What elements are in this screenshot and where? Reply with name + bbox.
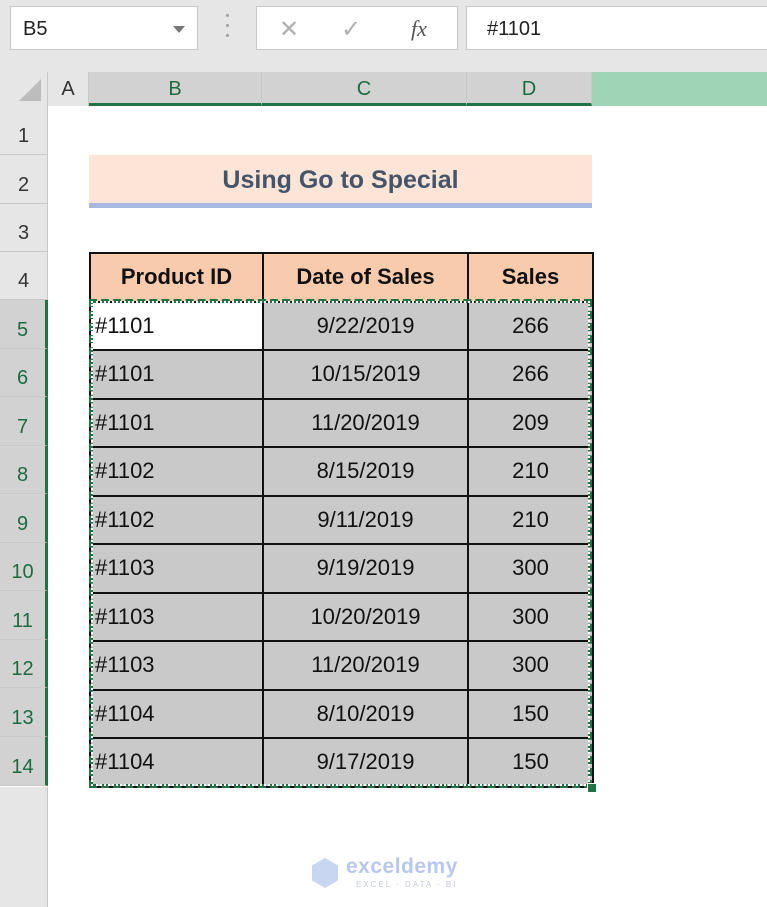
row-header-filler	[0, 787, 48, 907]
cell-product-id[interactable]: #1101	[89, 300, 264, 351]
formula-bar: B5 ✕ ✓ fx #1101	[0, 0, 767, 72]
row-number: 12	[11, 658, 34, 680]
row-header-2[interactable]: 2	[0, 155, 48, 204]
row-number: 3	[17, 222, 30, 244]
row-header-6[interactable]: 6	[0, 349, 48, 397]
data-table: Product ID Date of Sales Sales #1101 9/22…	[89, 252, 594, 788]
cell-sales[interactable]: 150	[467, 737, 594, 788]
column-header-c[interactable]: C	[262, 72, 467, 106]
table-row: #1102 9/11/2019 210	[89, 494, 594, 545]
row-header-5[interactable]: 5	[0, 300, 48, 349]
insert-function-icon[interactable]: fx	[411, 16, 427, 42]
header-product-id[interactable]: Product ID	[89, 252, 264, 303]
row-header-7[interactable]: 7	[0, 397, 48, 446]
cell-sales[interactable]: 266	[467, 300, 594, 351]
row-number: 8	[16, 464, 29, 486]
table-row: #1104 8/10/2019 150	[89, 688, 594, 739]
cell-product-id[interactable]: #1103	[89, 591, 264, 642]
cell-product-id[interactable]: #1102	[89, 494, 264, 545]
cell-date-of-sales[interactable]: 11/20/2019	[262, 397, 469, 448]
row-number: 5	[16, 319, 29, 341]
grip-dots-icon	[226, 14, 230, 42]
exceldemy-logo-icon	[312, 858, 338, 888]
row-number: 4	[17, 270, 30, 292]
cell-product-id[interactable]: #1103	[89, 640, 264, 691]
cell-product-id[interactable]: #1101	[89, 349, 264, 400]
chevron-down-icon[interactable]	[173, 26, 185, 33]
cell-product-id[interactable]: #1104	[89, 737, 264, 788]
cell-product-id[interactable]: #1103	[89, 543, 264, 594]
cell-sales[interactable]: 209	[467, 397, 594, 448]
cell-date-of-sales[interactable]: 8/15/2019	[262, 446, 469, 497]
cell-date-of-sales[interactable]: 8/10/2019	[262, 688, 469, 739]
row-header-8[interactable]: 8	[0, 446, 48, 494]
cell-sales[interactable]: 210	[467, 494, 594, 545]
header-sales[interactable]: Sales	[467, 252, 594, 303]
enter-check-icon[interactable]: ✓	[341, 15, 361, 44]
row-number: 13	[11, 707, 34, 729]
row-number: 10	[11, 561, 34, 583]
formula-value: #1101	[487, 18, 542, 40]
cell-product-id[interactable]: #1102	[89, 446, 264, 497]
row-header-4[interactable]: 4	[0, 252, 48, 300]
cell-sales[interactable]: 210	[467, 446, 594, 497]
formula-input[interactable]: #1101	[466, 6, 767, 50]
cell-date-of-sales[interactable]: 10/15/2019	[262, 349, 469, 400]
row-header-12[interactable]: 12	[0, 640, 48, 688]
cell-date-of-sales[interactable]: 11/20/2019	[262, 640, 469, 691]
cell-date-of-sales[interactable]: 9/22/2019	[262, 300, 469, 351]
table-row: #1104 9/17/2019 150	[89, 737, 594, 788]
select-all-button[interactable]	[0, 72, 48, 106]
table-row: #1101 10/15/2019 266	[89, 349, 594, 400]
row-number: 7	[16, 416, 29, 438]
sheet-title[interactable]: Using Go to Special	[89, 155, 592, 208]
row-header-1[interactable]: 1	[0, 106, 48, 155]
table-row: #1101 9/22/2019 266	[89, 300, 594, 351]
row-header-11[interactable]: 11	[0, 591, 48, 640]
cell-sales[interactable]: 150	[467, 688, 594, 739]
cancel-icon[interactable]: ✕	[279, 15, 299, 44]
row-header-10[interactable]: 10	[0, 543, 48, 591]
cell-sales[interactable]: 300	[467, 640, 594, 691]
cell-sales[interactable]: 300	[467, 543, 594, 594]
watermark-name: exceldemy	[346, 855, 458, 878]
row-header-3[interactable]: 3	[0, 204, 48, 252]
row-number: 9	[16, 513, 29, 535]
cell-sales[interactable]: 300	[467, 591, 594, 642]
row-header-14[interactable]: 14	[0, 737, 48, 786]
select-all-icon	[19, 79, 41, 101]
table-row: #1102 8/15/2019 210	[89, 446, 594, 497]
fill-handle[interactable]	[587, 783, 597, 793]
formula-buttons: ✕ ✓ fx	[256, 6, 458, 50]
table-row: #1101 11/20/2019 209	[89, 397, 594, 448]
cell-product-id[interactable]: #1101	[89, 397, 264, 448]
row-number: 11	[12, 610, 33, 632]
cell-sales[interactable]: 266	[467, 349, 594, 400]
column-header-b[interactable]: B	[89, 72, 262, 106]
watermark-tagline: EXCEL · DATA · BI	[356, 880, 458, 889]
name-box[interactable]: B5	[10, 6, 198, 50]
cell-date-of-sales[interactable]: 9/11/2019	[262, 494, 469, 545]
cell-date-of-sales[interactable]: 10/20/2019	[262, 591, 469, 642]
row-header-9[interactable]: 9	[0, 494, 48, 543]
column-header-overflow	[592, 72, 767, 106]
column-header-a[interactable]: A	[48, 72, 89, 106]
table-row: #1103 10/20/2019 300	[89, 591, 594, 642]
row-number: 14	[11, 756, 34, 778]
row-number: 2	[17, 174, 30, 196]
cell-product-id[interactable]: #1104	[89, 688, 264, 739]
name-box-value: B5	[23, 18, 48, 40]
table-row: #1103 9/19/2019 300	[89, 543, 594, 594]
cell-date-of-sales[interactable]: 9/17/2019	[262, 737, 469, 788]
table-header-row: Product ID Date of Sales Sales	[89, 252, 594, 303]
table-row: #1103 11/20/2019 300	[89, 640, 594, 691]
header-date-of-sales[interactable]: Date of Sales	[262, 252, 469, 303]
cell-date-of-sales[interactable]: 9/19/2019	[262, 543, 469, 594]
row-number: 6	[16, 367, 29, 389]
row-header-13[interactable]: 13	[0, 688, 48, 737]
column-header-d[interactable]: D	[467, 72, 592, 106]
row-number: 1	[17, 125, 30, 147]
